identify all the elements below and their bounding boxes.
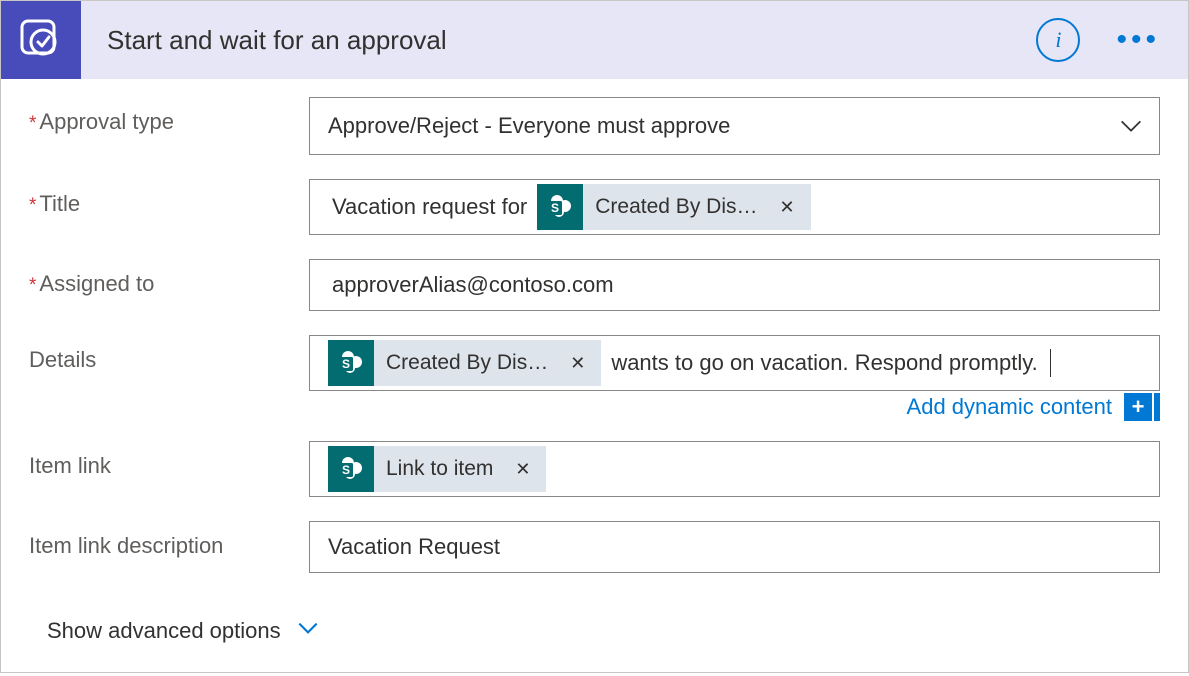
title-prefix-text: Vacation request for (328, 194, 531, 220)
add-dynamic-content-plus-icon[interactable]: + (1124, 393, 1152, 421)
item-link-desc-value: Vacation Request (328, 534, 504, 560)
assigned-to-value: approverAlias@contoso.com (328, 272, 618, 298)
assigned-to-label: *Assigned to (29, 259, 309, 297)
approval-action-card: Start and wait for an approval i ••• *Ap… (0, 0, 1189, 673)
item-link-desc-field[interactable]: Vacation Request (309, 521, 1160, 573)
side-accent-bar (1154, 393, 1160, 421)
details-field[interactable]: S Created By Dis… ✕ wants to go on vacat… (309, 335, 1160, 391)
sharepoint-icon: S (328, 446, 374, 492)
title-field[interactable]: Vacation request for S Created By Dis… ✕ (309, 179, 1160, 235)
advanced-options-row: Show advanced options (29, 597, 1160, 646)
show-advanced-options-toggle[interactable]: Show advanced options (47, 618, 281, 644)
title-token[interactable]: S Created By Dis… ✕ (537, 184, 810, 230)
details-label: Details (29, 335, 309, 373)
assigned-to-row: *Assigned to approverAlias@contoso.com (29, 259, 1160, 311)
item-link-desc-row: Item link description Vacation Request (29, 521, 1160, 573)
approval-step-icon (1, 1, 81, 79)
chevron-down-icon[interactable] (1103, 102, 1159, 150)
token-label: Link to item (374, 457, 505, 481)
details-token[interactable]: S Created By Dis… ✕ (328, 340, 601, 386)
details-suffix-text: wants to go on vacation. Respond promptl… (607, 350, 1041, 376)
dynamic-content-row: Add dynamic content + (29, 393, 1160, 421)
approval-type-select[interactable]: Approve/Reject - Everyone must approve (309, 97, 1160, 155)
token-label: Created By Dis… (583, 195, 769, 219)
more-menu-button[interactable]: ••• (1108, 23, 1168, 57)
card-header: Start and wait for an approval i ••• (1, 1, 1188, 79)
sharepoint-icon: S (537, 184, 583, 230)
remove-token-icon[interactable]: ✕ (769, 197, 804, 218)
item-link-desc-label: Item link description (29, 521, 309, 559)
approval-type-label: *Approval type (29, 97, 309, 135)
svg-text:S: S (551, 201, 559, 215)
sharepoint-icon: S (328, 340, 374, 386)
svg-text:S: S (342, 463, 350, 477)
item-link-label: Item link (29, 441, 309, 479)
item-link-token[interactable]: S Link to item ✕ (328, 446, 546, 492)
assigned-to-field[interactable]: approverAlias@contoso.com (309, 259, 1160, 311)
remove-token-icon[interactable]: ✕ (560, 353, 595, 374)
info-button[interactable]: i (1036, 18, 1080, 62)
title-label: *Title (29, 179, 309, 217)
item-link-row: Item link S Link to item ✕ (29, 441, 1160, 497)
chevron-down-icon[interactable] (295, 615, 321, 646)
step-title: Start and wait for an approval (81, 25, 1036, 56)
remove-token-icon[interactable]: ✕ (505, 459, 540, 480)
item-link-field[interactable]: S Link to item ✕ (309, 441, 1160, 497)
approval-type-row: *Approval type Approve/Reject - Everyone… (29, 97, 1160, 155)
card-body: *Approval type Approve/Reject - Everyone… (1, 79, 1188, 672)
svg-text:S: S (342, 357, 350, 371)
title-row: *Title Vacation request for S Created By… (29, 179, 1160, 235)
add-dynamic-content-link[interactable]: Add dynamic content (907, 394, 1112, 420)
approval-type-value: Approve/Reject - Everyone must approve (328, 113, 730, 139)
details-row: Details S Created By Dis… ✕ wants to go … (29, 335, 1160, 391)
text-caret (1050, 349, 1051, 377)
token-label: Created By Dis… (374, 351, 560, 375)
